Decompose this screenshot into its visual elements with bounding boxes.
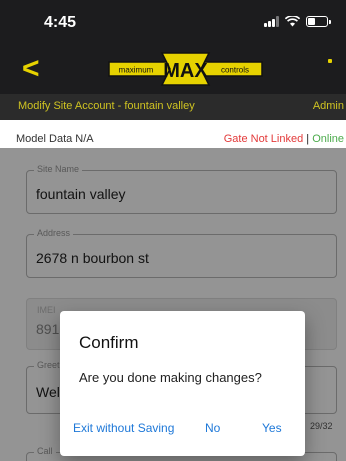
back-button[interactable]: < [22,54,40,84]
yes-button[interactable]: Yes [262,421,282,435]
wifi-icon [285,16,300,27]
confirm-dialog: Confirm Are you done making changes? Exi… [60,311,305,456]
logo-center-text: MAX [163,60,208,82]
status-separator: | [306,133,310,145]
status-time: 4:45 [44,14,77,31]
logo-left-text: maximum [119,66,154,75]
info-row: Model Data N/A Gate Not Linked | Online [0,126,346,148]
link-status: Gate Not Linked | Online [224,133,344,145]
gate-status: Gate Not Linked [223,133,304,145]
logo-right-text: controls [221,66,249,75]
signal-icon [264,16,279,27]
nav-bar: < maximum MAX controls [0,46,346,94]
page-title: Modify Site Account - fountain valley [18,100,195,112]
battery-icon [306,16,331,27]
online-status: Online [312,133,344,145]
status-bar: 4:45 [0,0,346,46]
menu-dot-icon[interactable] [328,59,332,63]
dialog-message: Are you done making changes? [79,370,262,385]
model-data-label: Model Data N/A [16,133,94,145]
exit-without-saving-button[interactable]: Exit without Saving [73,421,174,435]
dialog-title: Confirm [79,333,139,352]
sub-header: Modify Site Account - fountain valley Ad… [0,94,346,120]
no-button[interactable]: No [205,421,220,435]
user-role: Admin [312,100,344,112]
status-icons [264,16,331,27]
maximum-controls-logo: maximum MAX controls [108,52,263,86]
